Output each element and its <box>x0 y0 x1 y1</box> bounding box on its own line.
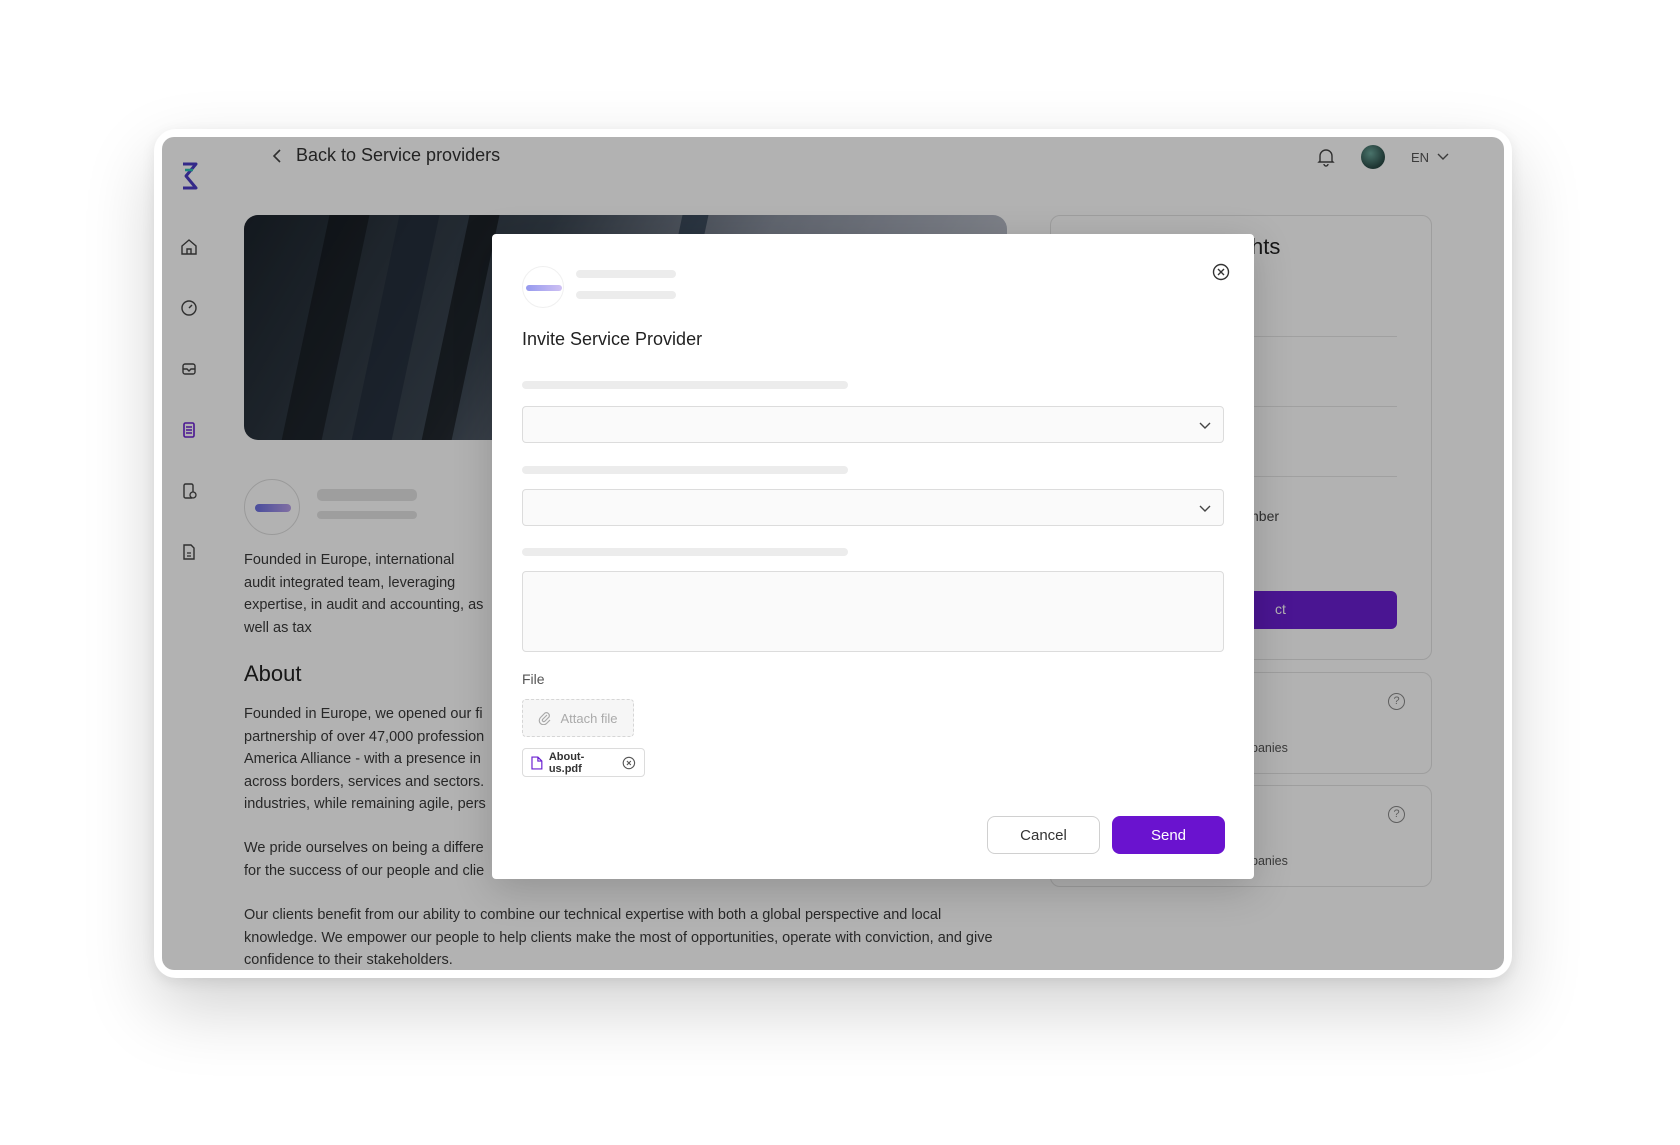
remove-file-icon[interactable] <box>622 756 636 770</box>
attached-file-chip: About-us.pdf <box>522 748 645 777</box>
field-1-label-placeholder <box>522 381 848 389</box>
cancel-button[interactable]: Cancel <box>987 816 1100 854</box>
file-icon <box>531 756 543 769</box>
chevron-down-icon <box>1199 422 1211 429</box>
paperclip-icon <box>539 712 551 725</box>
modal-title: Invite Service Provider <box>522 329 703 349</box>
provider-subtitle-placeholder <box>576 291 676 299</box>
select-field-2[interactable] <box>522 489 1224 526</box>
attach-file-label: Attach file <box>560 710 618 726</box>
chevron-down-icon <box>1199 505 1211 512</box>
field-3-label-placeholder <box>522 548 848 556</box>
attached-file-name: About-us.pdf <box>548 750 585 775</box>
message-textarea[interactable] <box>522 571 1224 652</box>
select-field-1[interactable] <box>522 406 1224 443</box>
file-label: File <box>522 671 545 687</box>
close-icon[interactable] <box>1212 263 1230 281</box>
send-button[interactable]: Send <box>1112 816 1225 854</box>
provider-name-placeholder <box>576 270 676 278</box>
attach-file-button[interactable]: Attach file <box>522 699 634 737</box>
invite-modal: Invite Service Provider File Attach file… <box>492 234 1254 879</box>
provider-logo <box>522 266 564 308</box>
field-2-label-placeholder <box>522 466 848 474</box>
